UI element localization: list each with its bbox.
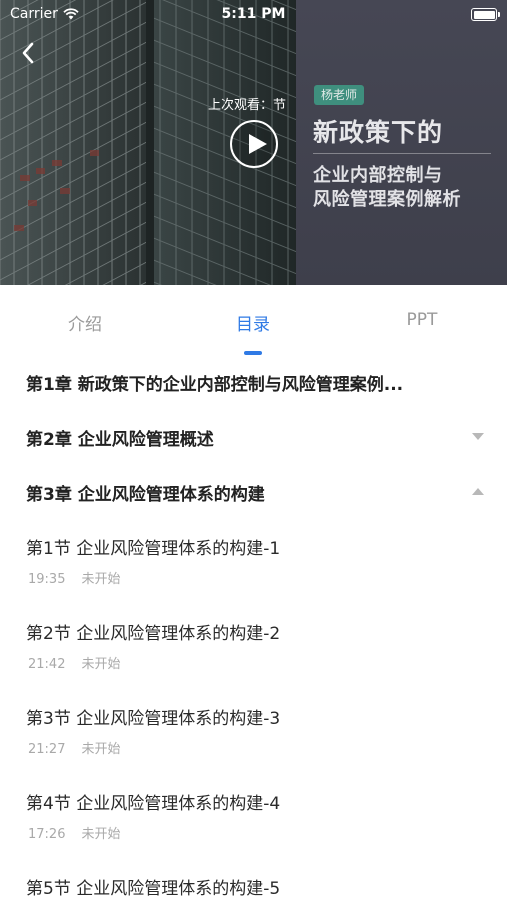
section-item[interactable]: 第2节 企业风险管理体系的构建-2 21:42 未开始	[0, 619, 507, 689]
section-item[interactable]: 第1节 企业风险管理体系的构建-1 19:35 未开始	[0, 534, 507, 604]
chapter-item[interactable]: 第3章 企业风险管理体系的构建	[0, 477, 507, 507]
section-meta: 17:26 未开始	[28, 823, 120, 842]
section-status: 未开始	[81, 742, 121, 757]
section-title: 第1节 企业风险管理体系的构建-1	[26, 539, 281, 559]
tab-ppt[interactable]: PPT	[407, 310, 438, 330]
chapter-item[interactable]: 第1章 新政策下的企业内部控制与风险管理案例...	[0, 367, 507, 397]
course-video-player[interactable]: Carrier 5:11 PM 上次观看：节 杨老师 新政策下的 企业内部控制与…	[0, 0, 507, 285]
collapse-icon[interactable]	[472, 488, 484, 495]
chapter-title: 第2章 企业风险管理概述	[26, 430, 214, 450]
chapter-item[interactable]: 第2章 企业风险管理概述	[0, 422, 507, 452]
tab-intro[interactable]: 介绍	[68, 310, 102, 335]
section-status: 未开始	[81, 657, 121, 672]
status-bar: Carrier 5:11 PM	[0, 0, 507, 30]
section-title: 第2节 企业风险管理体系的构建-2	[26, 624, 281, 644]
section-duration: 21:27	[28, 742, 66, 757]
section-item[interactable]: 第5节 企业风险管理体系的构建-5	[0, 874, 507, 900]
chevron-left-icon	[22, 42, 34, 64]
chapter-title: 第3章 企业风险管理体系的构建	[26, 485, 265, 505]
battery-icon	[471, 8, 500, 21]
section-duration: 19:35	[28, 572, 66, 587]
section-duration: 21:42	[28, 657, 66, 672]
chapter-title: 第1章 新政策下的企业内部控制与风险管理案例...	[26, 375, 404, 395]
cover-divider	[313, 153, 491, 154]
active-tab-indicator	[244, 351, 262, 355]
play-icon	[249, 134, 267, 154]
section-duration: 17:26	[28, 827, 66, 842]
last-watched-label: 上次观看：节	[208, 98, 287, 113]
play-button[interactable]	[230, 120, 278, 168]
cover-title: 新政策下的	[313, 118, 444, 147]
section-item[interactable]: 第4节 企业风险管理体系的构建-4 17:26 未开始	[0, 789, 507, 859]
section-title: 第5节 企业风险管理体系的构建-5	[26, 879, 281, 899]
section-status: 未开始	[81, 572, 121, 587]
section-title: 第4节 企业风险管理体系的构建-4	[26, 794, 281, 814]
section-status: 未开始	[81, 827, 121, 842]
section-item[interactable]: 第3节 企业风险管理体系的构建-3 21:27 未开始	[0, 704, 507, 774]
section-meta: 21:27 未开始	[28, 738, 120, 757]
cover-subtitle-line1: 企业内部控制与	[313, 165, 443, 186]
content-tabs: 介绍 目录 PPT	[0, 285, 507, 357]
section-meta: 19:35 未开始	[28, 568, 120, 587]
expand-icon[interactable]	[472, 433, 484, 440]
cover-subtitle-line2: 风险管理案例解析	[313, 189, 461, 210]
back-button[interactable]	[14, 38, 44, 68]
section-meta: 21:42 未开始	[28, 653, 120, 672]
teacher-tag: 杨老师	[314, 85, 365, 105]
clock: 5:11 PM	[221, 6, 286, 22]
section-title: 第3节 企业风险管理体系的构建-3	[26, 709, 281, 729]
tab-catalog[interactable]: 目录	[236, 310, 270, 335]
